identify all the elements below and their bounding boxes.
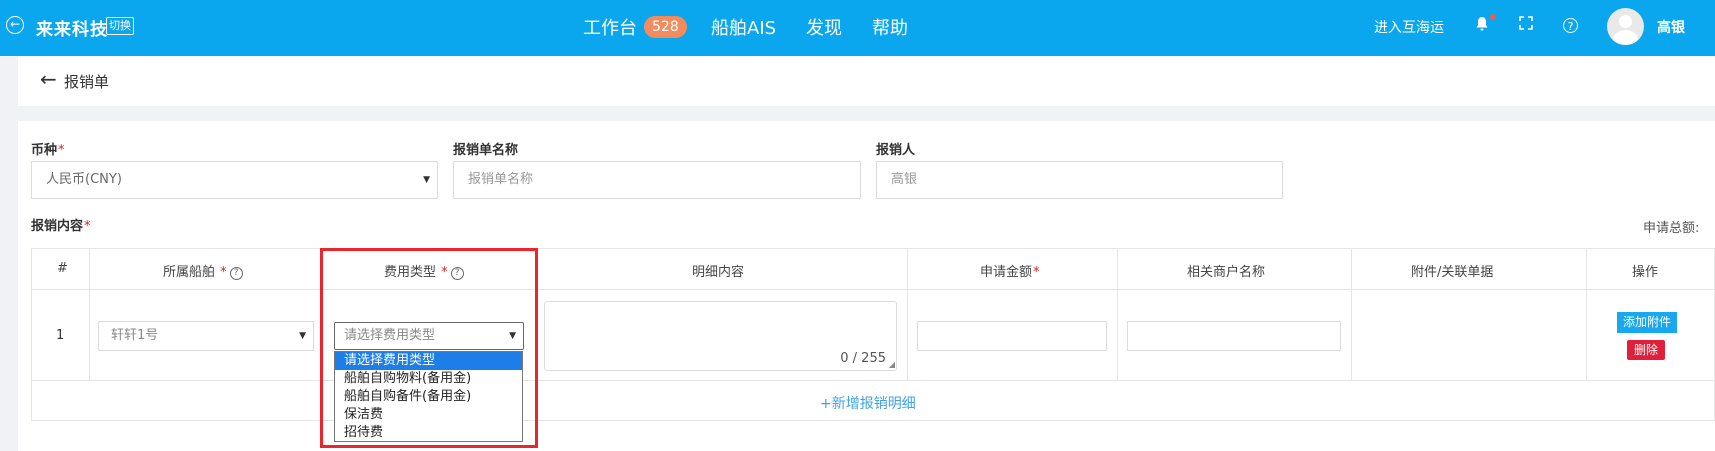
currency-select[interactable]: 人民币(CNY) ▼ <box>31 161 438 199</box>
report-name-label: 报销单名称 <box>453 143 519 158</box>
dropdown-option[interactable]: 船舶自购物料(备用金) <box>335 370 522 388</box>
user-name[interactable]: 高银 <box>1657 17 1685 37</box>
report-name-input[interactable]: 报销单名称 <box>453 161 861 199</box>
workbench-count-badge: 528 <box>644 16 687 38</box>
expense-content-label: 报销内容* <box>31 219 91 234</box>
column-header-fee-type: 费用类型 *? <box>384 261 464 280</box>
row-index: 1 <box>56 328 65 343</box>
fullscreen-icon[interactable] <box>1516 16 1536 36</box>
resize-grip-icon[interactable]: ◢ <box>889 361 895 369</box>
column-header-detail: 明细内容 <box>692 265 745 280</box>
switch-company-button[interactable]: 切换 <box>106 17 134 35</box>
help-icon[interactable]: ? <box>1563 18 1578 33</box>
column-header-merchant: 相关商户名称 <box>1187 265 1266 280</box>
table-header-divider <box>31 289 1715 290</box>
column-header-attachment: 附件/关联单据 <box>1411 265 1494 280</box>
nav-ship-ais[interactable]: 船舶AIS <box>711 14 776 40</box>
dropdown-option[interactable]: 船舶自购备件(备用金) <box>335 388 522 406</box>
column-header-actions: 操作 <box>1632 265 1659 280</box>
nav-discover[interactable]: 发现 <box>806 14 842 40</box>
add-attachment-button[interactable]: 添加附件 <box>1617 312 1677 333</box>
back-circle-icon[interactable]: ← <box>6 16 24 34</box>
back-arrow-icon[interactable]: ← <box>40 69 57 89</box>
avatar[interactable] <box>1607 8 1644 45</box>
enter-platform-link[interactable]: 进入互海运 <box>1374 17 1444 37</box>
total-amount-label: 申请总额: <box>1643 221 1700 236</box>
page-header: ← 报销单 <box>18 56 1715 106</box>
dropdown-option[interactable]: 招待费 <box>335 424 522 442</box>
table-row-divider <box>31 380 1715 381</box>
reporter-input[interactable]: 高银 <box>876 161 1283 199</box>
dropdown-caret-icon: ▼ <box>423 175 430 185</box>
fee-type-select[interactable]: 请选择费用类型 ▼ <box>334 322 524 350</box>
column-header-ship: 所属船舶 *? <box>163 261 243 280</box>
column-header-index: # <box>57 261 68 276</box>
nav-help[interactable]: 帮助 <box>872 14 908 40</box>
help-question-icon[interactable]: ? <box>450 267 464 280</box>
help-question-icon[interactable]: ? <box>229 267 243 280</box>
detail-textarea[interactable]: 0 / 255 ◢ <box>544 301 897 371</box>
dropdown-caret-icon: ▼ <box>509 331 516 341</box>
dropdown-option[interactable]: 保洁费 <box>335 406 522 424</box>
fee-type-dropdown-list: 请选择费用类型 船舶自购物料(备用金) 船舶自购备件(备用金) 保洁费 招待费 <box>334 351 523 442</box>
ship-select[interactable]: 轩轩1号 ▼ <box>98 321 314 351</box>
bell-icon[interactable] <box>1472 16 1492 36</box>
amount-input[interactable] <box>917 321 1107 351</box>
dropdown-option[interactable]: 请选择费用类型 <box>335 352 522 370</box>
delete-row-button[interactable]: 删除 <box>1627 340 1665 360</box>
reporter-label: 报销人 <box>876 143 916 158</box>
nav-workbench[interactable]: 工作台 <box>583 14 637 40</box>
notification-dot <box>1490 14 1496 20</box>
page-title: 报销单 <box>64 73 110 91</box>
dropdown-caret-icon: ▼ <box>299 331 306 341</box>
column-header-amount: 申请金额* <box>980 265 1040 280</box>
top-navigation-bar: ← 来来科技 切换 工作台 528 船舶AIS 发现 帮助 进入互海运 ? 高银 <box>0 0 1715 56</box>
char-counter: 0 / 255 <box>840 351 886 366</box>
currency-label: 币种* <box>31 143 65 158</box>
company-logo: 来来科技 <box>36 20 108 40</box>
add-expense-detail-link[interactable]: +新增报销明细 <box>820 393 916 413</box>
merchant-name-input[interactable] <box>1127 321 1341 351</box>
